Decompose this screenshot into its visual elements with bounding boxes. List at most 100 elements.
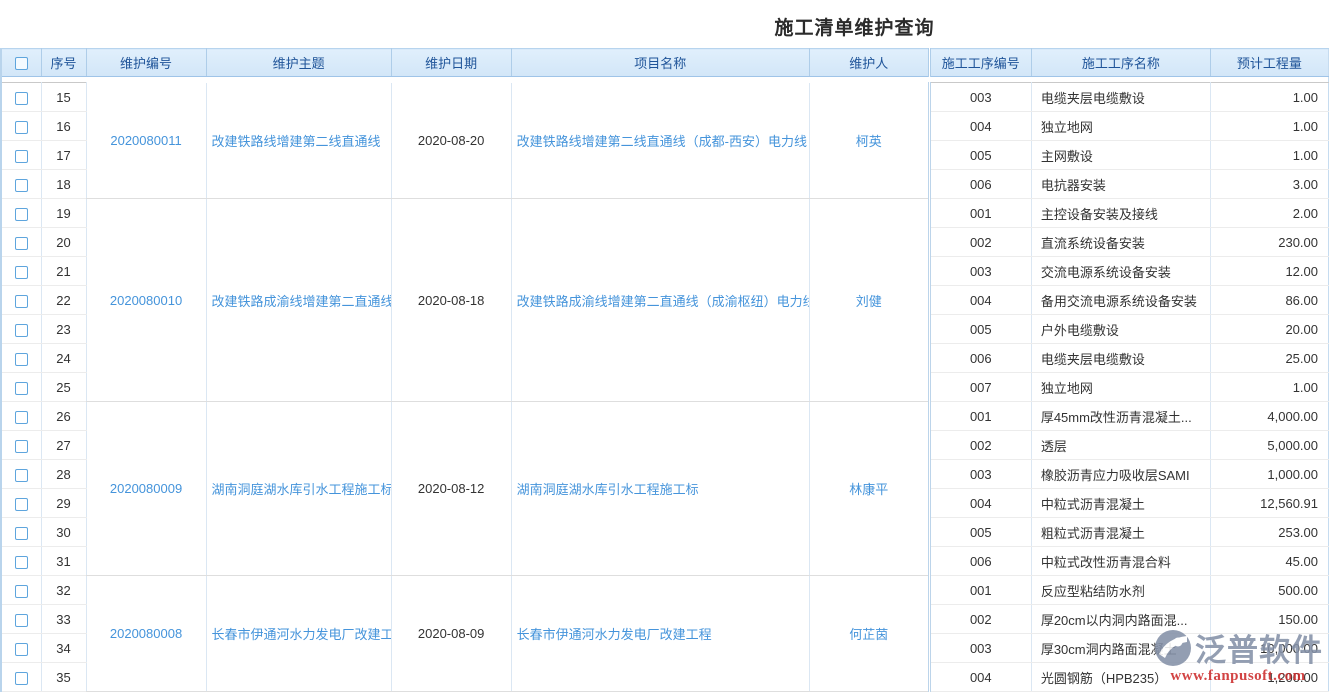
row-select-cell xyxy=(1,257,41,286)
subject-cell-link[interactable]: 湖南洞庭湖水库引水工程施工标 xyxy=(212,482,392,497)
maintenance-query-table: 序号 维护编号 维护主题 维护日期 项目名称 维护人 施工工序编号 施工工序名称… xyxy=(0,48,1329,692)
proc-no-cell: 006 xyxy=(929,547,1031,576)
maintainer-cell-link[interactable]: 刘健 xyxy=(856,294,882,309)
row-checkbox[interactable] xyxy=(15,469,28,482)
qty-cell: 4,000.00 xyxy=(1210,402,1328,431)
seq-cell: 33 xyxy=(41,605,86,634)
row-checkbox[interactable] xyxy=(15,324,28,337)
maintainer-cell: 林康平 xyxy=(809,402,929,576)
row-checkbox[interactable] xyxy=(15,643,28,656)
row-select-cell xyxy=(1,402,41,431)
maintainer-cell: 柯英 xyxy=(809,83,929,199)
proc-name-cell: 备用交流电源系统设备安装 xyxy=(1031,286,1210,315)
maintainer-cell-link[interactable]: 柯英 xyxy=(856,134,882,149)
proc-name-cell: 主控设备安装及接线 xyxy=(1031,199,1210,228)
qty-cell: 1.00 xyxy=(1210,83,1328,112)
maint-no-cell-link[interactable]: 2020080009 xyxy=(110,481,182,496)
proc-no-cell: 002 xyxy=(929,605,1031,634)
date-cell: 2020-08-12 xyxy=(391,402,511,576)
row-select-cell xyxy=(1,663,41,692)
project-cell-link[interactable]: 长春市伊通河水力发电厂改建工程 xyxy=(517,627,712,642)
row-select-cell xyxy=(1,112,41,141)
proc-name-cell: 独立地网 xyxy=(1031,112,1210,141)
row-checkbox[interactable] xyxy=(15,440,28,453)
table-row: 192020080010改建铁路成渝线增建第二直通线2020-08-18改建铁路… xyxy=(1,199,1329,228)
date-cell: 2020-08-09 xyxy=(391,576,511,692)
seq-cell: 20 xyxy=(41,228,86,257)
table-row: 152020080011改建铁路线增建第二线直通线2020-08-20改建铁路线… xyxy=(1,83,1329,112)
proc-name-cell: 电抗器安装 xyxy=(1031,170,1210,199)
header-maintainer: 维护人 xyxy=(809,49,929,77)
row-checkbox[interactable] xyxy=(15,614,28,627)
proc-name-cell: 厚20cm以内洞内路面混... xyxy=(1031,605,1210,634)
qty-cell: 500.00 xyxy=(1210,576,1328,605)
proc-no-cell: 006 xyxy=(929,170,1031,199)
qty-cell: 1,000.00 xyxy=(1210,460,1328,489)
row-select-cell xyxy=(1,141,41,170)
row-select-cell xyxy=(1,547,41,576)
row-checkbox[interactable] xyxy=(15,556,28,569)
subject-cell: 长春市伊通河水力发电厂改建工程 xyxy=(206,576,391,692)
proc-no-cell: 001 xyxy=(929,576,1031,605)
table-header-row: 序号 维护编号 维护主题 维护日期 项目名称 维护人 施工工序编号 施工工序名称… xyxy=(1,49,1329,77)
qty-cell: 2.00 xyxy=(1210,199,1328,228)
header-maint-no: 维护编号 xyxy=(86,49,206,77)
project-cell: 改建铁路线增建第二线直通线（成都-西安）电力线 xyxy=(511,83,809,199)
qty-cell: 10,000.00 xyxy=(1210,634,1328,663)
row-select-cell xyxy=(1,344,41,373)
proc-no-cell: 006 xyxy=(929,344,1031,373)
row-checkbox[interactable] xyxy=(15,208,28,221)
row-checkbox[interactable] xyxy=(15,179,28,192)
row-checkbox[interactable] xyxy=(15,266,28,279)
header-proc-no: 施工工序编号 xyxy=(929,49,1031,77)
date-cell: 2020-08-20 xyxy=(391,83,511,199)
project-cell-link[interactable]: 改建铁路线增建第二线直通线（成都-西安）电力线 xyxy=(517,134,807,149)
maint-no-cell-link[interactable]: 2020080010 xyxy=(110,293,182,308)
maint-no-cell: 2020080009 xyxy=(86,402,206,576)
maint-no-cell-link[interactable]: 2020080011 xyxy=(110,133,181,148)
header-subject: 维护主题 xyxy=(206,49,391,77)
row-checkbox[interactable] xyxy=(15,353,28,366)
seq-cell: 19 xyxy=(41,199,86,228)
subject-cell-link[interactable]: 改建铁路成渝线增建第二直通线 xyxy=(212,294,392,309)
project-cell: 长春市伊通河水力发电厂改建工程 xyxy=(511,576,809,692)
seq-cell: 22 xyxy=(41,286,86,315)
row-checkbox[interactable] xyxy=(15,295,28,308)
maintainer-cell: 何芷茵 xyxy=(809,576,929,692)
subject-cell-link[interactable]: 长春市伊通河水力发电厂改建工程 xyxy=(212,627,392,642)
qty-cell: 86.00 xyxy=(1210,286,1328,315)
subject-cell-link[interactable]: 改建铁路线增建第二线直通线 xyxy=(212,134,381,149)
qty-cell: 1,200.00 xyxy=(1210,663,1328,692)
row-checkbox[interactable] xyxy=(15,672,28,685)
row-checkbox[interactable] xyxy=(15,121,28,134)
proc-name-cell: 独立地网 xyxy=(1031,373,1210,402)
row-checkbox[interactable] xyxy=(15,411,28,424)
proc-no-cell: 003 xyxy=(929,83,1031,112)
proc-name-cell: 电缆夹层电缆敷设 xyxy=(1031,83,1210,112)
maint-no-cell: 2020080011 xyxy=(86,83,206,199)
maint-no-cell-link[interactable]: 2020080008 xyxy=(110,626,182,641)
row-checkbox[interactable] xyxy=(15,382,28,395)
seq-cell: 35 xyxy=(41,663,86,692)
qty-cell: 1.00 xyxy=(1210,373,1328,402)
row-select-cell xyxy=(1,170,41,199)
row-checkbox[interactable] xyxy=(15,92,28,105)
row-checkbox[interactable] xyxy=(15,585,28,598)
maintainer-cell-link[interactable]: 何芷茵 xyxy=(849,627,888,642)
row-checkbox[interactable] xyxy=(15,527,28,540)
row-select-cell xyxy=(1,83,41,112)
row-checkbox[interactable] xyxy=(15,498,28,511)
subject-cell: 改建铁路成渝线增建第二直通线 xyxy=(206,199,391,402)
proc-no-cell: 002 xyxy=(929,431,1031,460)
qty-cell: 20.00 xyxy=(1210,315,1328,344)
project-cell-link[interactable]: 改建铁路成渝线增建第二直通线（成渝枢纽）电力线 xyxy=(517,294,810,309)
row-checkbox[interactable] xyxy=(15,150,28,163)
project-cell-link[interactable]: 湖南洞庭湖水库引水工程施工标 xyxy=(517,482,699,497)
row-select-cell xyxy=(1,315,41,344)
proc-no-cell: 001 xyxy=(929,199,1031,228)
maintainer-cell-link[interactable]: 林康平 xyxy=(849,482,888,497)
header-project: 项目名称 xyxy=(511,49,809,77)
row-checkbox[interactable] xyxy=(15,237,28,250)
select-all-checkbox[interactable] xyxy=(15,57,28,70)
row-select-cell xyxy=(1,286,41,315)
